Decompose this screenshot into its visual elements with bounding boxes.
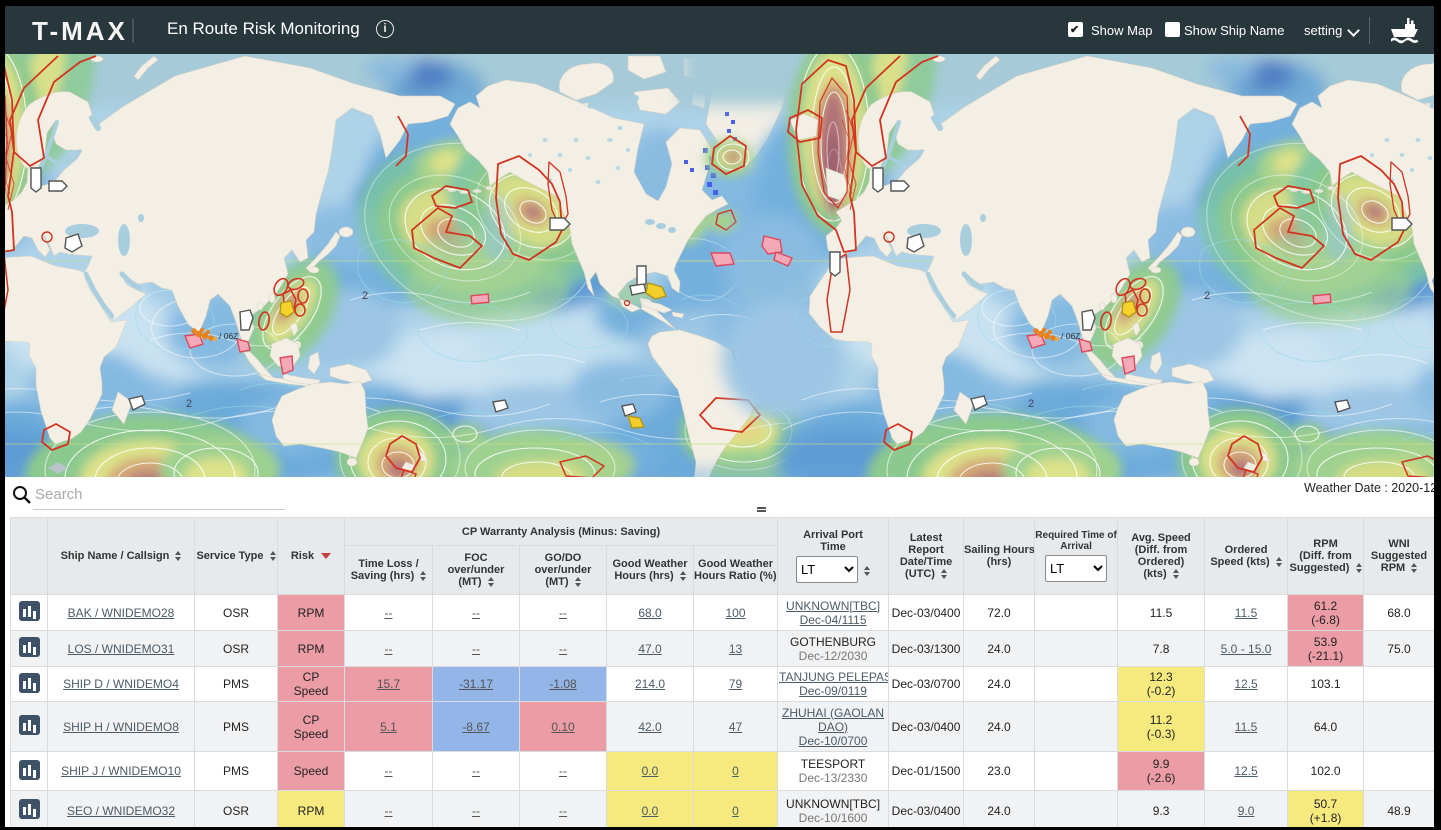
svg-text:2: 2 bbox=[186, 398, 192, 410]
svg-text:2: 2 bbox=[362, 290, 368, 302]
svg-text:/ 06Z: / 06Z bbox=[219, 331, 238, 341]
